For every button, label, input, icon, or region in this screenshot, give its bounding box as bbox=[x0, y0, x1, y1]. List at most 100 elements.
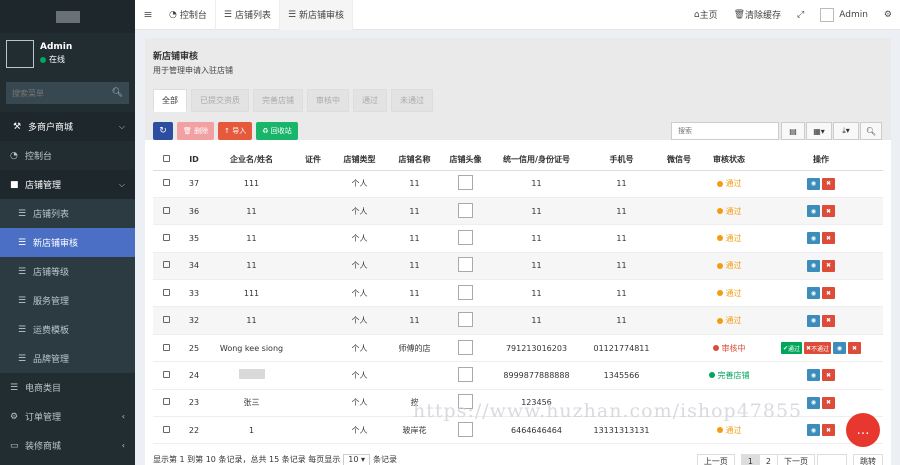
menu-search-input[interactable] bbox=[12, 88, 102, 98]
sidebar-item-new-shop-review[interactable]: ☰ 新店铺审核 bbox=[0, 228, 135, 257]
tab-all[interactable]: 全部 bbox=[153, 89, 187, 112]
sidebar-item-orders[interactable]: ⚙ 订单管理 ‹ bbox=[0, 402, 135, 431]
sidebar-item-multi-mall[interactable]: ⚒ 多商户商城 ⌵ bbox=[0, 112, 135, 141]
table-row: 36 11 个人 11 11 11 通过 ◉ ✖ bbox=[153, 197, 883, 226]
broken-image-icon[interactable] bbox=[458, 175, 473, 191]
export-button[interactable]: ⤓▾ bbox=[833, 122, 859, 140]
sidebar-item-shop-list[interactable]: ☰ 店铺列表 bbox=[0, 199, 135, 228]
view-button[interactable]: ◉ bbox=[807, 232, 820, 245]
delete-row-button[interactable]: ✖ bbox=[822, 205, 835, 218]
view-button[interactable]: ◉ bbox=[807, 369, 820, 382]
approve-button[interactable]: ✔ 通过 bbox=[780, 342, 802, 355]
sidebar-item-brand[interactable]: ☰ 品牌管理 bbox=[0, 344, 135, 373]
broken-image-icon[interactable] bbox=[458, 284, 473, 300]
tab-reviewing[interactable]: 审核中 bbox=[307, 89, 349, 112]
delete-row-button[interactable]: ✖ bbox=[822, 314, 835, 327]
delete-button[interactable]: 🗑︎ 删除 bbox=[177, 122, 215, 140]
recycle-bin-button[interactable]: ♻ 回收站 bbox=[256, 122, 298, 140]
chat-bubble-icon[interactable]: … bbox=[846, 413, 880, 447]
tab-passed[interactable]: 通过 bbox=[353, 89, 387, 112]
view-button[interactable]: ◉ bbox=[807, 259, 820, 272]
col-certificate[interactable]: 证件 bbox=[294, 149, 332, 171]
tab-rejected[interactable]: 未通过 bbox=[391, 89, 433, 112]
row-checkbox[interactable] bbox=[153, 170, 179, 198]
tab-dashboard[interactable]: ◔ 控制台 bbox=[161, 0, 216, 30]
col-id[interactable]: ID bbox=[179, 149, 209, 171]
goto-button[interactable]: 跳转 bbox=[853, 454, 883, 465]
broken-image-icon[interactable] bbox=[458, 366, 473, 382]
col-wechat[interactable]: 微信号 bbox=[659, 149, 699, 171]
row-checkbox[interactable] bbox=[153, 389, 179, 418]
col-shop-type[interactable]: 店铺类型 bbox=[332, 149, 387, 171]
delete-row-button[interactable]: ✖ bbox=[822, 259, 835, 272]
table-search-input[interactable] bbox=[671, 122, 779, 140]
search-icon[interactable]: 🔍︎ bbox=[112, 88, 123, 98]
goto-page-input[interactable] bbox=[817, 454, 847, 465]
view-button[interactable]: ◉ bbox=[807, 424, 820, 437]
broken-image-icon[interactable] bbox=[458, 339, 473, 355]
refresh-button[interactable]: ↻ bbox=[153, 122, 173, 140]
next-page-button[interactable]: 下一页 bbox=[777, 454, 815, 465]
sidebar-item-decoration[interactable]: ▭ 装修商城 ‹ bbox=[0, 431, 135, 460]
view-button[interactable]: ◉ bbox=[807, 287, 820, 300]
user-menu[interactable]: Admin bbox=[812, 7, 876, 22]
advanced-search-button[interactable]: 🔍︎ bbox=[860, 122, 882, 140]
page-1-button[interactable]: 1 bbox=[740, 454, 760, 465]
delete-row-button[interactable]: ✖ bbox=[822, 232, 835, 245]
page-2-button[interactable]: 2 bbox=[758, 454, 778, 465]
row-checkbox[interactable] bbox=[153, 224, 179, 253]
view-button[interactable]: ◉ bbox=[807, 396, 820, 409]
page-size-select[interactable]: 10 ▾ bbox=[343, 454, 370, 465]
toggle-view-button[interactable]: ▤ bbox=[781, 122, 805, 140]
delete-row-button[interactable]: ✖ bbox=[822, 287, 835, 300]
broken-image-icon[interactable] bbox=[458, 312, 473, 328]
sidebar-item-shipping-template[interactable]: ☰ 运费模板 bbox=[0, 315, 135, 344]
select-all-checkbox[interactable] bbox=[153, 149, 179, 171]
col-credit-id[interactable]: 统一信用/身份证号 bbox=[489, 149, 584, 171]
row-checkbox[interactable] bbox=[153, 306, 179, 335]
view-button[interactable]: ◉ bbox=[807, 177, 820, 190]
prev-page-button[interactable]: 上一页 bbox=[696, 454, 735, 465]
menu-toggle-icon[interactable]: ≡ bbox=[135, 8, 161, 21]
delete-row-button[interactable]: ✖ bbox=[822, 424, 835, 437]
sidebar-item-shop-management[interactable]: ■ 店铺管理 ⌵ bbox=[0, 170, 135, 199]
delete-row-button[interactable]: ✖ bbox=[848, 342, 862, 355]
logo[interactable] bbox=[0, 0, 135, 33]
row-checkbox[interactable] bbox=[153, 361, 179, 390]
broken-image-icon[interactable] bbox=[458, 202, 473, 218]
sidebar-item-service[interactable]: ☰ 服务管理 bbox=[0, 286, 135, 315]
sidebar-item-category[interactable]: ☰ 电商类目 bbox=[0, 373, 135, 402]
settings-button[interactable]: ⚙ bbox=[876, 10, 900, 20]
reject-button[interactable]: ✖ 不通过 bbox=[804, 342, 832, 355]
col-shop-avatar[interactable]: 店铺头像 bbox=[442, 149, 489, 171]
view-button[interactable]: ◉ bbox=[807, 205, 820, 218]
delete-row-button[interactable]: ✖ bbox=[822, 177, 835, 190]
row-checkbox[interactable] bbox=[153, 334, 179, 363]
col-shop-name[interactable]: 店铺名称 bbox=[387, 149, 442, 171]
sidebar-item-dashboard[interactable]: ◔ 控制台 bbox=[0, 141, 135, 170]
col-status[interactable]: 审核状态 bbox=[699, 149, 759, 171]
fullscreen-button[interactable]: ⤢ bbox=[789, 10, 812, 20]
row-checkbox[interactable] bbox=[153, 252, 179, 281]
clear-cache-link[interactable]: 🗑︎ 清除缓存 bbox=[726, 8, 789, 22]
broken-image-icon[interactable] bbox=[458, 421, 473, 437]
view-button[interactable]: ◉ bbox=[833, 342, 847, 355]
tab-submitted[interactable]: 已提交资质 bbox=[191, 89, 249, 112]
delete-row-button[interactable]: ✖ bbox=[822, 369, 835, 382]
row-checkbox[interactable] bbox=[153, 416, 179, 445]
row-checkbox[interactable] bbox=[153, 279, 179, 308]
delete-row-button[interactable]: ✖ bbox=[822, 396, 835, 409]
tab-new-shop-review[interactable]: ☰ 新店铺审核 bbox=[279, 0, 354, 30]
col-phone[interactable]: 手机号 bbox=[584, 149, 659, 171]
view-button[interactable]: ◉ bbox=[807, 314, 820, 327]
columns-button[interactable]: ▦▾ bbox=[806, 122, 832, 140]
col-name[interactable]: 企业名/姓名 bbox=[209, 149, 294, 171]
row-checkbox[interactable] bbox=[153, 197, 179, 226]
home-link[interactable]: ⌂ 主页 bbox=[686, 8, 726, 22]
tab-shop-list[interactable]: ☰ 店铺列表 bbox=[216, 0, 280, 30]
tab-complete-shop[interactable]: 完善店铺 bbox=[253, 89, 303, 112]
import-button[interactable]: ↑ 导入 bbox=[218, 122, 253, 140]
broken-image-icon[interactable] bbox=[458, 229, 473, 245]
sidebar-item-shop-level[interactable]: ☰ 店铺等级 bbox=[0, 257, 135, 286]
broken-image-icon[interactable] bbox=[458, 257, 473, 273]
